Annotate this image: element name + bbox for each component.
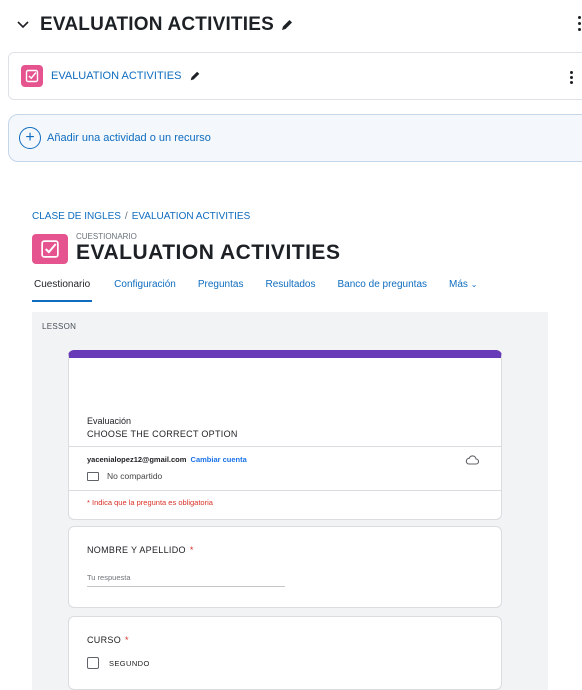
divider	[69, 446, 501, 447]
question-text: CURSO	[87, 635, 122, 645]
page-header: CUESTIONARIO EVALUATION ACTIVITIES	[32, 232, 340, 265]
page-title: EVALUATION ACTIVITIES	[76, 241, 341, 264]
required-star: *	[125, 635, 129, 645]
kebab-menu-icon[interactable]	[576, 16, 582, 31]
add-activity-button[interactable]: + Añadir una actividad o un recurso	[8, 114, 582, 162]
activity-row[interactable]: EVALUATION ACTIVITIES	[8, 52, 582, 100]
section-header: EVALUATION ACTIVITIES	[14, 10, 582, 40]
required-star: *	[189, 545, 194, 555]
tab-bar: Cuestionario Configuración Preguntas Res…	[32, 278, 552, 302]
switch-account-link[interactable]: Cambiar cuenta	[191, 455, 247, 464]
tab-quiz[interactable]: Cuestionario	[32, 278, 93, 302]
breadcrumb-separator: /	[124, 211, 128, 222]
question-card-name: NOMBRE Y APELLIDO * Tu respuesta	[68, 526, 502, 608]
tab-more[interactable]: Más ⌄	[449, 278, 477, 302]
checkbox[interactable]	[87, 657, 99, 669]
chevron-down-icon[interactable]	[14, 16, 32, 34]
tab-questions[interactable]: Preguntas	[198, 278, 244, 302]
breadcrumb-item-activity[interactable]: EVALUATION ACTIVITIES	[132, 211, 251, 222]
divider	[69, 490, 501, 491]
tab-question-bank[interactable]: Banco de preguntas	[338, 278, 428, 302]
form-description: CHOOSE THE CORRECT OPTION	[87, 429, 238, 439]
embedded-form-area: LESSON Evaluación CHOOSE THE CORRECT OPT…	[32, 312, 548, 690]
required-note: * Indica que la pregunta es obligatoria	[87, 498, 213, 507]
not-shared-status: No compartido	[87, 471, 162, 481]
account-email: yacenialopez12@gmail.com	[87, 455, 187, 464]
question-card-course: CURSO * SEGUNDO	[68, 616, 502, 690]
tab-settings[interactable]: Configuración	[114, 278, 176, 302]
not-shared-icon	[87, 471, 99, 481]
question-label: NOMBRE Y APELLIDO *	[87, 545, 194, 555]
option-label: SEGUNDO	[109, 658, 150, 668]
question-text: NOMBRE Y APELLIDO	[87, 545, 186, 555]
tab-results[interactable]: Resultados	[265, 278, 315, 302]
add-activity-label: Añadir una actividad o un recurso	[47, 132, 211, 144]
account-line: yacenialopez12@gmail.com Cambiar cuenta	[87, 455, 247, 464]
cloud-icon	[465, 452, 480, 470]
quiz-icon	[32, 234, 68, 264]
activity-link[interactable]: EVALUATION ACTIVITIES	[51, 70, 181, 82]
lesson-label: LESSON	[42, 322, 77, 331]
page-kind: CUESTIONARIO	[76, 232, 137, 241]
pencil-icon[interactable]	[280, 18, 294, 32]
chevron-down-icon: ⌄	[470, 280, 478, 289]
pencil-icon[interactable]	[189, 70, 201, 82]
plus-circle-icon: +	[19, 127, 41, 149]
tab-more-label: Más	[449, 279, 468, 290]
breadcrumb: CLASE DE INGLES / EVALUATION ACTIVITIES	[32, 211, 250, 222]
kebab-menu-icon[interactable]	[570, 71, 573, 84]
question-label: CURSO *	[87, 635, 129, 645]
section-title: EVALUATION ACTIVITIES	[40, 14, 274, 35]
form-title: Evaluación	[87, 416, 132, 426]
answer-input[interactable]: Tu respuesta	[87, 573, 285, 587]
not-shared-label: No compartido	[107, 471, 163, 481]
breadcrumb-item-course[interactable]: CLASE DE INGLES	[32, 211, 121, 222]
form-header-card: Evaluación CHOOSE THE CORRECT OPTION yac…	[68, 350, 502, 520]
quiz-icon	[21, 65, 43, 87]
checkbox-option[interactable]: SEGUNDO	[87, 657, 150, 669]
